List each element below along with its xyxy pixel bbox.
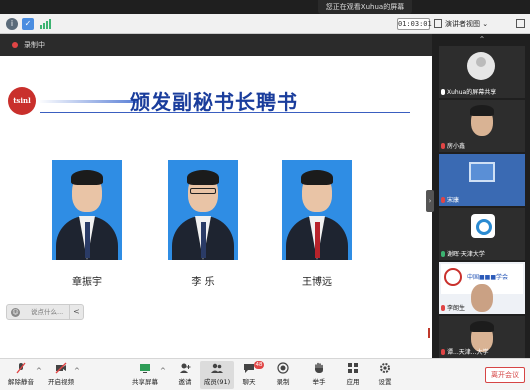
portrait-photo bbox=[168, 160, 238, 260]
mic-muted-icon bbox=[16, 362, 26, 374]
layout-icon[interactable] bbox=[434, 19, 442, 28]
share-screen-button[interactable]: 共享屏幕 bbox=[128, 361, 162, 389]
audio-options-caret[interactable]: ^ bbox=[36, 367, 42, 375]
view-mode-button[interactable]: 演讲者视图 ⌄ bbox=[445, 17, 507, 31]
participant-tile[interactable]: 房小鑫 bbox=[439, 100, 525, 152]
video-off-icon bbox=[55, 362, 67, 374]
fullscreen-icon[interactable] bbox=[516, 19, 525, 28]
participant-tile[interactable]: 中国■■■学会 李朗生 bbox=[439, 262, 525, 314]
society-logo: tsinl bbox=[8, 87, 36, 115]
title-accent-line bbox=[38, 100, 138, 103]
meeting-timer: 01:03:01 bbox=[397, 18, 432, 30]
invite-button[interactable]: 邀请 bbox=[168, 361, 202, 389]
participant-name: Xuhua的屏幕共享 bbox=[447, 89, 497, 96]
settings-button[interactable]: 设置 bbox=[368, 361, 402, 389]
collapse-comment-button[interactable]: < bbox=[69, 305, 83, 319]
banner-text: 中国■■■学会 bbox=[467, 274, 509, 281]
invite-icon bbox=[180, 363, 191, 373]
apps-button[interactable]: 应用 bbox=[336, 361, 370, 389]
avatar bbox=[471, 214, 495, 238]
person-name: 李 乐 bbox=[191, 277, 215, 288]
video-options-caret[interactable]: ^ bbox=[74, 367, 80, 375]
participant-name: 李朗生 bbox=[447, 305, 466, 312]
mic-muted-icon bbox=[441, 143, 445, 149]
indicator-mark bbox=[428, 328, 430, 338]
comment-placeholder: 说点什么... bbox=[31, 308, 64, 316]
mic-active-icon bbox=[441, 251, 445, 257]
unmute-button[interactable]: 解除静音 bbox=[4, 361, 38, 389]
sidebar-collapse-button[interactable]: ⌃ bbox=[434, 34, 530, 46]
sidebar-toggle-handle[interactable]: › bbox=[426, 190, 434, 212]
participant-name: 宋康 bbox=[447, 197, 460, 204]
record-button[interactable]: 录制 bbox=[266, 361, 300, 389]
chat-button[interactable]: 聊天 48 bbox=[232, 361, 266, 389]
start-video-button[interactable]: 开启视频 bbox=[44, 361, 78, 389]
slide-title: 颁发副秘书长聘书 bbox=[130, 90, 298, 114]
gear-icon bbox=[380, 363, 390, 373]
leave-meeting-button[interactable]: 离开会议 bbox=[485, 367, 525, 383]
mic-muted-icon bbox=[441, 305, 445, 311]
shield-icon[interactable]: ✓ bbox=[22, 18, 34, 30]
avatar bbox=[469, 162, 495, 182]
screen-share-notice: 您正在观看Xuhua的屏幕 bbox=[318, 0, 412, 14]
participant-name: 谭...天津...大学 bbox=[447, 349, 489, 356]
participant-name: 房小鑫 bbox=[447, 143, 466, 150]
record-icon bbox=[277, 362, 289, 374]
participant-name: 谢晖·天津大学 bbox=[447, 251, 485, 258]
participants-icon bbox=[211, 363, 223, 373]
apps-icon bbox=[348, 363, 358, 373]
participants-button[interactable]: 成员(91) bbox=[200, 361, 234, 389]
info-icon[interactable]: i bbox=[6, 18, 18, 30]
recording-label: 录制中 bbox=[24, 41, 45, 49]
emoji-icon[interactable]: ☺ bbox=[11, 308, 20, 317]
person-name: 章振宇 bbox=[72, 277, 102, 288]
participant-tile[interactable]: 谭...天津...大学 bbox=[439, 316, 525, 358]
participant-tile[interactable]: 宋康 bbox=[439, 154, 525, 206]
person-name: 王博远 bbox=[302, 277, 332, 288]
screen-share-icon bbox=[441, 89, 445, 95]
avatar bbox=[467, 52, 495, 80]
share-options-caret[interactable]: ^ bbox=[160, 367, 166, 375]
top-bar: i ✓ 01:03:01 演讲者视图 ⌄ bbox=[0, 14, 530, 34]
shared-screen: 录制中 tsinl 颁发副秘书长聘书 章振宇 李 乐 王博远 ☺ 说点什么...… bbox=[0, 34, 432, 358]
avatar bbox=[471, 284, 493, 312]
mic-muted-icon bbox=[441, 349, 445, 355]
chat-unread-badge: 48 bbox=[254, 361, 264, 369]
participant-tile[interactable]: Xuhua的屏幕共享 bbox=[439, 46, 525, 98]
record-dot-icon bbox=[12, 42, 18, 48]
recording-bar: 录制中 bbox=[0, 34, 432, 56]
portrait-photo bbox=[52, 160, 122, 260]
participant-sidebar: ⌃ Xuhua的屏幕共享 房小鑫 宋康 谢晖·天津大学 中国■■■学会 李朗生 … bbox=[434, 34, 530, 358]
hand-icon bbox=[315, 362, 323, 373]
meeting-toolbar: 解除静音 ^ 开启视频 ^ 共享屏幕 ^ 邀请 成员(91) 聊天 48 录制 … bbox=[0, 358, 530, 390]
mic-muted-icon bbox=[441, 197, 445, 203]
comment-input[interactable]: ☺ 说点什么... < bbox=[6, 304, 84, 320]
share-screen-icon bbox=[140, 364, 150, 373]
portrait-photo bbox=[282, 160, 352, 260]
raise-hand-button[interactable]: 举手 bbox=[302, 361, 336, 389]
participant-tile[interactable]: 谢晖·天津大学 bbox=[439, 208, 525, 260]
signal-icon[interactable] bbox=[40, 19, 51, 29]
presentation-slide: tsinl 颁发副秘书长聘书 章振宇 李 乐 王博远 bbox=[0, 78, 432, 336]
